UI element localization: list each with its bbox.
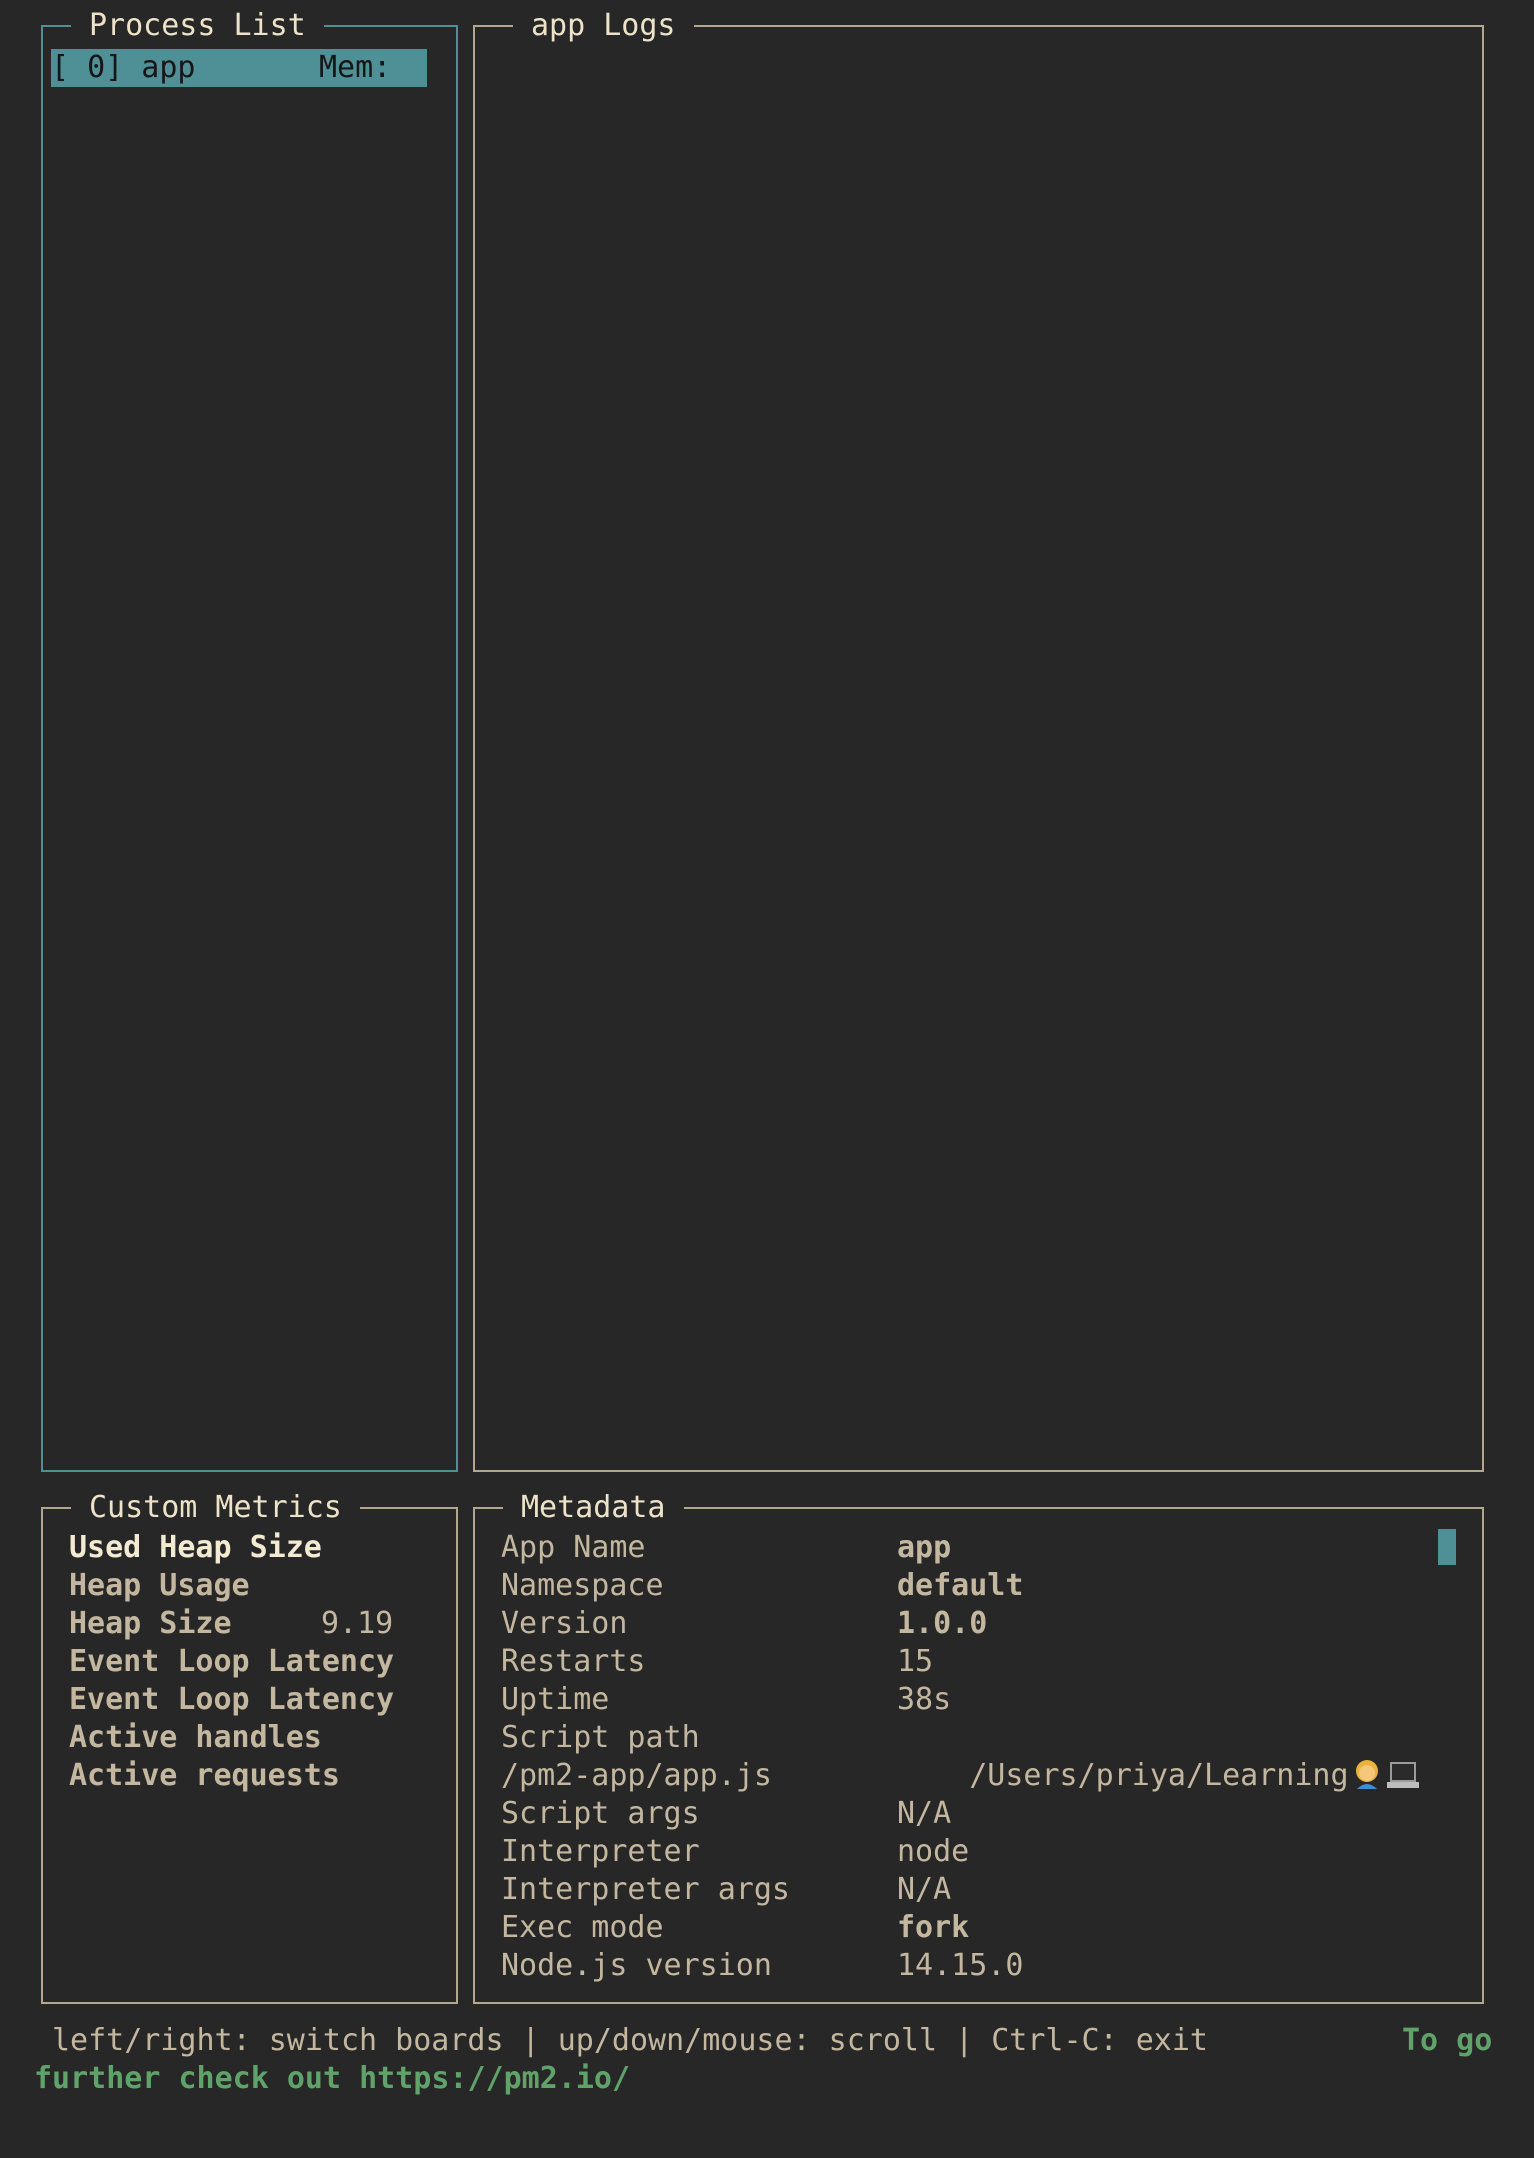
metric-heap-size-value: 9.19 bbox=[321, 1606, 394, 1641]
metric-active-handles[interactable]: Active handles bbox=[69, 1719, 322, 1757]
meta-key-app-name: App Name bbox=[501, 1530, 646, 1565]
meta-val-interpreter-args: N/A bbox=[897, 1872, 952, 1907]
metadata-scrollbar[interactable] bbox=[1438, 1529, 1456, 1565]
meta-key-script-args: Script args bbox=[501, 1796, 700, 1831]
process-name: [ 0] app bbox=[51, 50, 196, 85]
meta-val-interpreter: node bbox=[897, 1834, 970, 1869]
meta-val-restarts: 15 bbox=[897, 1644, 934, 1679]
metric-event-loop-latency[interactable]: Event Loop Latency bbox=[69, 1643, 394, 1681]
metric-used-heap-size[interactable]: Used Heap Size bbox=[69, 1529, 322, 1567]
meta-key-interpreter: Interpreter bbox=[501, 1834, 700, 1869]
meta-val-namespace: default bbox=[897, 1568, 1024, 1603]
woman-icon bbox=[1349, 1757, 1385, 1791]
logs-panel[interactable]: app Logs bbox=[473, 6, 1484, 1472]
meta-key-exec-mode: Exec mode bbox=[501, 1910, 664, 1945]
custom-metrics-panel[interactable]: Custom Metrics Used Heap Size Heap Usage… bbox=[41, 1488, 458, 2004]
meta-val-script-args: N/A bbox=[897, 1796, 952, 1831]
custom-metrics-title: Custom Metrics bbox=[71, 1488, 360, 1528]
meta-val-node-version: 14.15.0 bbox=[897, 1948, 1024, 1983]
meta-val-script-path-row: /Users/priya/Learning bbox=[897, 1719, 1421, 1833]
pm2-link-start: To go bbox=[1402, 2023, 1493, 2058]
help-text: left/right: switch boards | up/down/mous… bbox=[52, 2023, 1208, 2058]
process-mem-label: Mem: bbox=[319, 50, 392, 85]
meta-val-app-name: app bbox=[897, 1530, 952, 1565]
meta-key-restarts: Restarts bbox=[501, 1644, 646, 1679]
metric-active-requests[interactable]: Active requests bbox=[69, 1757, 340, 1795]
meta-key-version: Version bbox=[501, 1606, 628, 1641]
process-list-title: Process List bbox=[71, 6, 324, 46]
metric-event-loop-latency-p95[interactable]: Event Loop Latency bbox=[69, 1681, 394, 1719]
meta-key-script-path: Script path bbox=[501, 1720, 700, 1755]
meta-key-uptime: Uptime bbox=[501, 1682, 610, 1717]
logs-title: app Logs bbox=[513, 6, 694, 46]
meta-key-interpreter-args: Interpreter args bbox=[501, 1872, 790, 1907]
meta-val-uptime: 38s bbox=[897, 1682, 952, 1717]
laptop-icon bbox=[1385, 1757, 1421, 1791]
meta-val-exec-mode: fork bbox=[897, 1910, 970, 1945]
metric-heap-size[interactable]: Heap Size bbox=[69, 1605, 232, 1643]
metric-heap-usage[interactable]: Heap Usage bbox=[69, 1567, 250, 1605]
meta-val-version: 1.0.0 bbox=[897, 1606, 988, 1641]
process-list-panel[interactable]: Process List [ 0] app Mem: bbox=[41, 6, 458, 1472]
meta-val-script-path: /Users/priya/Learning bbox=[969, 1758, 1349, 1793]
pm2-link[interactable]: further check out https://pm2.io/ bbox=[34, 2060, 630, 2098]
meta-key-namespace: Namespace bbox=[501, 1568, 664, 1603]
meta-key-script-path-cont: /pm2-app/app.js bbox=[501, 1758, 772, 1793]
metadata-panel[interactable]: Metadata App Name app Namespace default … bbox=[473, 1488, 1484, 2004]
metadata-title: Metadata bbox=[503, 1488, 684, 1528]
process-row[interactable]: [ 0] app Mem: bbox=[51, 49, 427, 87]
meta-key-node-version: Node.js version bbox=[501, 1948, 772, 1983]
